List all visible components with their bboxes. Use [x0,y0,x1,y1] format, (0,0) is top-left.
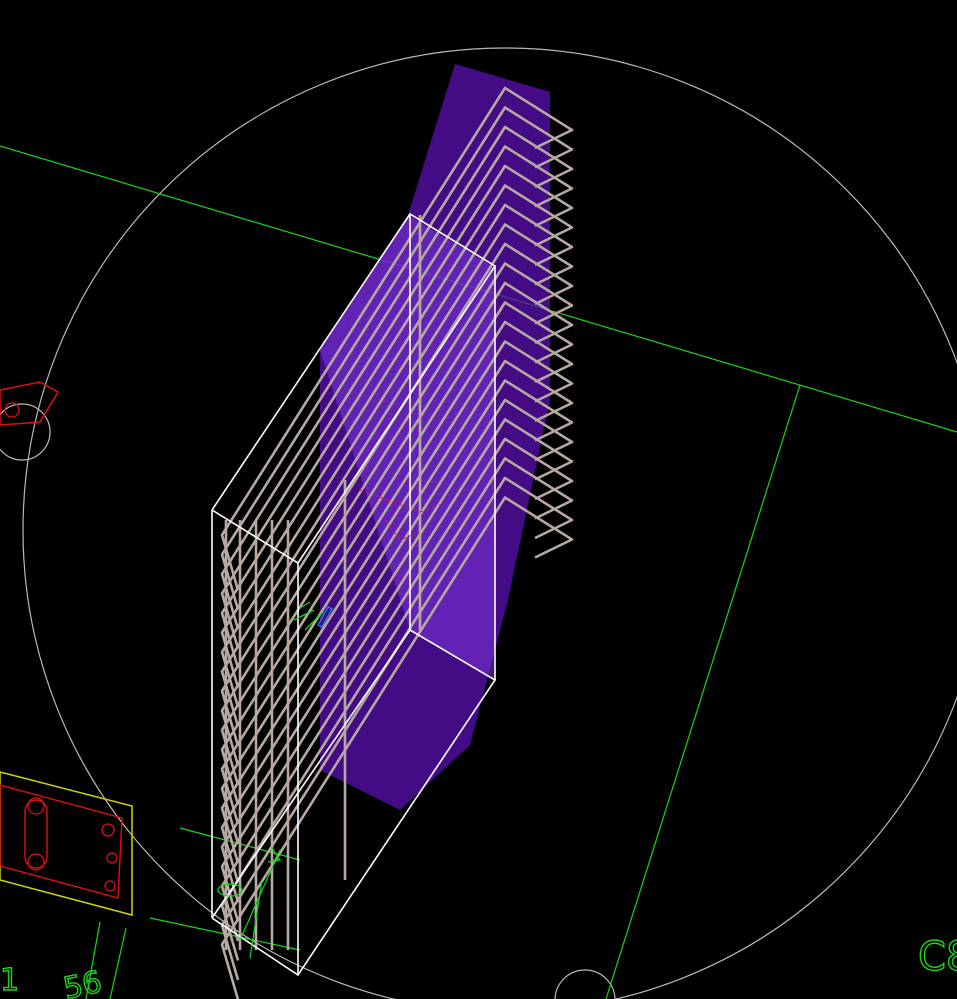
grid-line-right [605,384,801,999]
ref-circle-bottom [554,969,616,999]
detail-left [0,381,60,426]
grid-label-56: 56 [60,965,105,999]
ref-circle-left [0,403,51,461]
model-space-canvas[interactable]: C8 56 1 [0,0,957,999]
detail-plate[interactable] [0,771,133,916]
grid-label-1: 1 [0,963,19,998]
grid-label-c8: C8 [918,934,957,980]
cad-viewport[interactable]: C8 56 1 [0,0,957,999]
grid-tick-2 [109,927,127,999]
